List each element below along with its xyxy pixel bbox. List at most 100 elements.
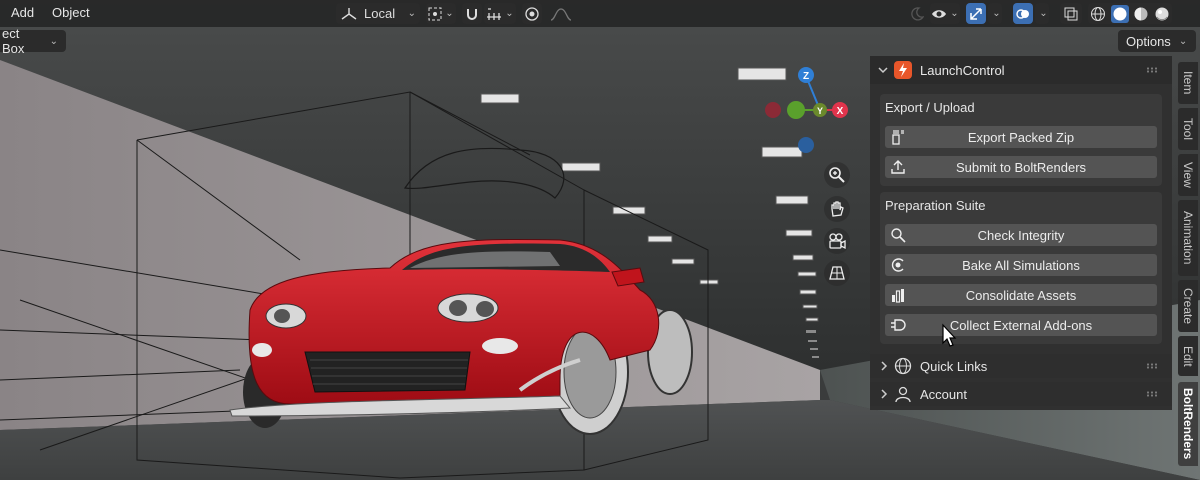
- drag-grip-icon[interactable]: [1146, 363, 1158, 369]
- tab-tool[interactable]: Tool: [1178, 108, 1198, 150]
- bake-all-simulations-button[interactable]: Bake All Simulations: [885, 254, 1157, 276]
- solid-shading-icon[interactable]: [1110, 4, 1129, 23]
- tab-label: View: [1181, 162, 1195, 188]
- gizmo-dropdown[interactable]: ⌄: [988, 3, 1002, 24]
- tab-label: Create: [1181, 287, 1195, 325]
- falloff-dropdown[interactable]: [546, 3, 576, 24]
- snap-toggle[interactable]: [462, 3, 482, 24]
- xray-toggle[interactable]: [1060, 3, 1082, 24]
- tab-boltrenders[interactable]: BoltRenders: [1178, 382, 1198, 466]
- drag-grip-icon[interactable]: [1146, 67, 1158, 73]
- quick-links-panel-header[interactable]: Quick Links: [870, 354, 1172, 378]
- gizmo-toggle[interactable]: [966, 3, 986, 24]
- tab-animation[interactable]: Animation: [1178, 200, 1198, 276]
- sidebar-tabs: Item Tool View Animation Create Edit Bol…: [1176, 56, 1200, 480]
- upload-icon: [885, 156, 911, 178]
- options-label: Options: [1126, 33, 1171, 49]
- proportional-edit-icon: [525, 6, 539, 21]
- transform-orientation-dropdown[interactable]: Local ⌄: [336, 3, 420, 24]
- button-label: Consolidate Assets: [965, 287, 1077, 303]
- chevron-down-icon: ⌄: [1178, 35, 1188, 47]
- magnet-icon: [467, 8, 477, 20]
- gizmo-x-label: X: [837, 106, 844, 117]
- chevron-down-icon: ⌄: [950, 8, 959, 19]
- tab-view[interactable]: View: [1178, 154, 1198, 196]
- pivot-point-dropdown[interactable]: ⌄: [426, 3, 456, 24]
- sidebar-panel: LaunchControl Export / Upload Export Pac…: [870, 56, 1172, 410]
- export-upload-section: Export / Upload Export Packed Zip Submit…: [880, 94, 1162, 186]
- zoom-icon[interactable]: [824, 162, 850, 188]
- plug-icon: [885, 314, 911, 336]
- chevron-right-icon: [881, 361, 888, 371]
- search-icon: [885, 224, 911, 246]
- section-title: Export / Upload: [885, 100, 975, 115]
- chevron-down-icon: ⌄: [992, 8, 1001, 19]
- options-dropdown[interactable]: Options ⌄: [1118, 30, 1196, 52]
- assets-icon: [885, 284, 911, 306]
- preparation-suite-section: Preparation Suite Check Integrity Bake A…: [880, 192, 1162, 344]
- quick-links-label: Quick Links: [920, 359, 988, 374]
- button-label: Check Integrity: [977, 227, 1065, 243]
- viewport-header: Add Object Local ⌄ ⌄ ⌄ ⌄ ⌄ ⌄: [0, 0, 1200, 27]
- wireframe-shading-icon[interactable]: [1090, 6, 1106, 22]
- overlays-icon: [1016, 8, 1029, 19]
- xray-icon: [1064, 7, 1078, 20]
- globe-icon: [894, 357, 912, 375]
- section-title: Preparation Suite: [885, 198, 986, 213]
- user-icon: [895, 386, 911, 403]
- select-box-dropdown[interactable]: ect Box ⌄: [0, 26, 66, 56]
- gizmo-z-label: Z: [803, 71, 809, 82]
- collect-external-addons-button[interactable]: Collect External Add-ons: [885, 314, 1157, 336]
- transform-orientation-label: Local: [364, 6, 396, 21]
- tab-label: BoltRenders: [1181, 388, 1195, 460]
- tab-label: Item: [1181, 71, 1195, 95]
- tab-label: Tool: [1181, 117, 1195, 140]
- pivot-icon: [428, 7, 442, 20]
- visibility-moon-icon[interactable]: [906, 3, 928, 24]
- tab-edit[interactable]: Edit: [1178, 336, 1198, 376]
- panel-title: LaunchControl: [920, 63, 1005, 78]
- launchcontrol-panel-header[interactable]: LaunchControl: [870, 56, 1172, 84]
- gizmo-arrows-icon: [970, 7, 982, 20]
- bake-icon: [885, 254, 911, 276]
- falloff-curve-icon: [550, 7, 572, 21]
- tab-create[interactable]: Create: [1178, 280, 1198, 332]
- check-integrity-button[interactable]: Check Integrity: [885, 224, 1157, 246]
- chevron-down-icon: ⌄: [407, 8, 416, 19]
- snap-increment-icon: [487, 7, 502, 20]
- rendered-shading-icon[interactable]: [1154, 6, 1170, 22]
- chevron-down-icon: ⌄: [49, 35, 58, 47]
- account-label: Account: [920, 387, 967, 402]
- chevron-right-icon: [881, 389, 888, 399]
- button-label: Submit to BoltRenders: [955, 159, 1087, 175]
- add-menu[interactable]: Add: [11, 5, 34, 20]
- material-shading-icon[interactable]: [1133, 6, 1149, 22]
- select-box-label: ect Box: [2, 26, 25, 56]
- selectability-visibility-dropdown[interactable]: ⌄: [930, 3, 960, 24]
- tab-label: Animation: [1181, 211, 1195, 265]
- account-panel-header[interactable]: Account: [870, 382, 1172, 406]
- chevron-down-icon: ⌄: [445, 8, 454, 19]
- object-menu[interactable]: Object: [52, 5, 90, 20]
- launchcontrol-logo-icon: [894, 61, 912, 79]
- chevron-down-icon: [878, 67, 888, 74]
- drag-grip-icon[interactable]: [1146, 391, 1158, 397]
- shading-mode-group: [1088, 3, 1172, 24]
- gizmo-y-label: Y: [817, 106, 823, 116]
- submit-to-boltrenders-button[interactable]: Submit to BoltRenders: [885, 156, 1157, 178]
- overlays-toggle[interactable]: [1013, 3, 1033, 24]
- overlays-dropdown[interactable]: ⌄: [1035, 3, 1049, 24]
- snap-target-dropdown[interactable]: ⌄: [484, 3, 516, 24]
- button-label: Export Packed Zip: [967, 129, 1075, 145]
- pan-hand-icon[interactable]: [824, 196, 850, 222]
- perspective-grid-icon[interactable]: [824, 260, 850, 286]
- orientation-axes-icon: [341, 7, 357, 20]
- export-packed-zip-button[interactable]: Export Packed Zip: [885, 126, 1157, 148]
- camera-icon[interactable]: [824, 228, 850, 254]
- chevron-down-icon: ⌄: [1039, 8, 1048, 19]
- consolidate-assets-button[interactable]: Consolidate Assets: [885, 284, 1157, 306]
- tab-label: Edit: [1181, 345, 1195, 367]
- zip-icon: [885, 126, 911, 148]
- tab-item[interactable]: Item: [1178, 62, 1198, 104]
- proportional-edit-toggle[interactable]: [522, 3, 542, 24]
